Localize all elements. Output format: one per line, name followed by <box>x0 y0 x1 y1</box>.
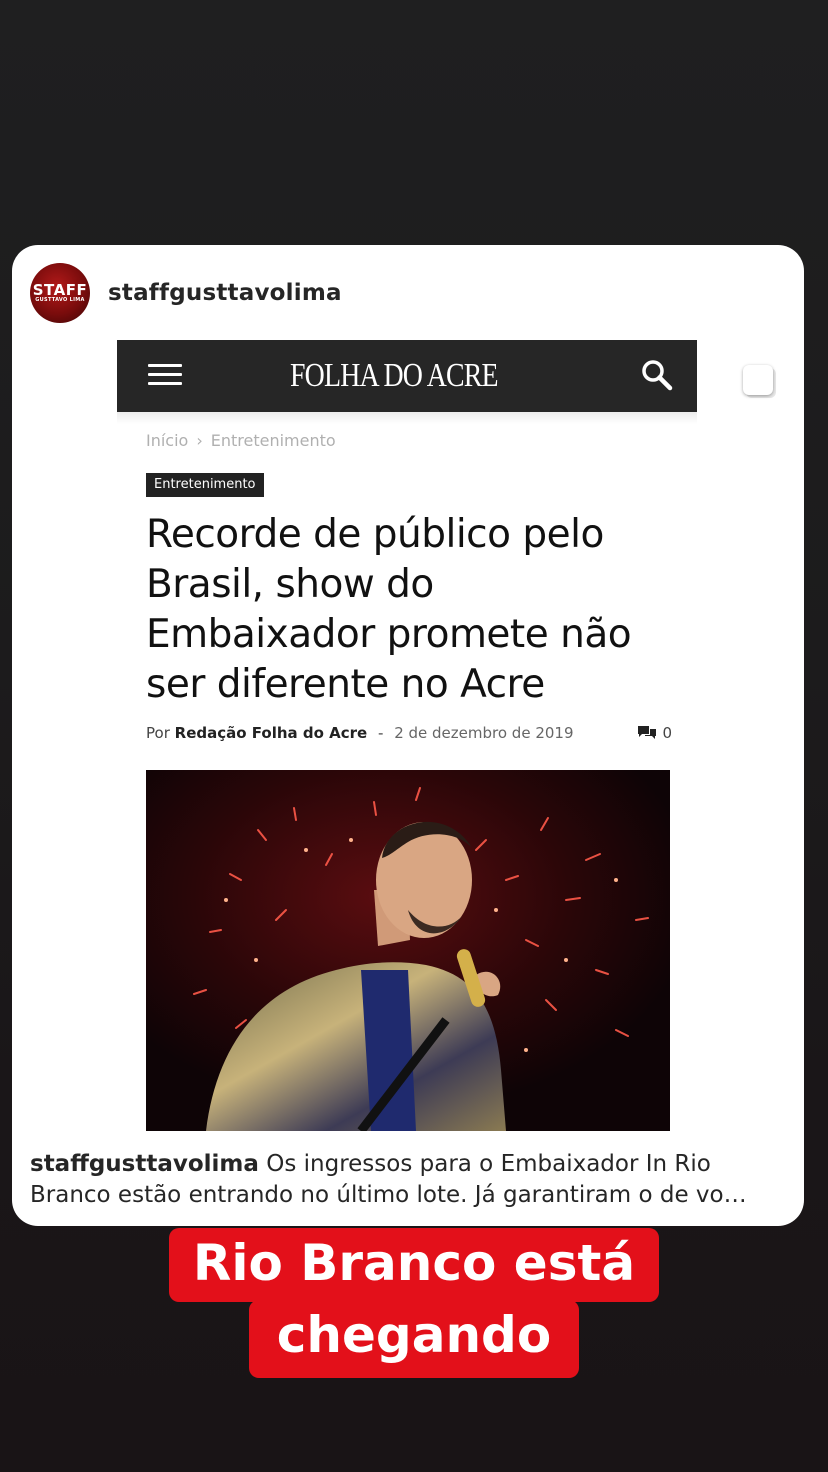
avatar-text-sub: GUSTTAVO LIMA <box>35 296 85 303</box>
post-caption[interactable]: staffgusttavolima Os ingressos para o Em… <box>30 1149 790 1211</box>
caption-username[interactable]: staffgusttavolima <box>30 1151 259 1177</box>
headline-line: Recorde de público pelo <box>146 512 604 557</box>
breadcrumb-section[interactable]: Entretenimento <box>211 431 336 450</box>
shared-post-card[interactable]: STAFF GUSTTAVO LIMA staffgusttavolima FO… <box>12 245 804 1226</box>
post-header: STAFF GUSTTAVO LIMA staffgusttavolima <box>30 263 342 323</box>
search-icon[interactable] <box>639 357 675 393</box>
site-name: FOLHA DO ACRE <box>290 357 499 394</box>
story-text-overlay: Rio Branco está chegando <box>0 1228 828 1378</box>
avatar-text-main: STAFF <box>32 280 88 299</box>
byline-author[interactable]: Redação Folha do Acre <box>175 724 368 742</box>
byline-date: 2 de dezembro de 2019 <box>394 724 574 742</box>
news-site-header: FOLHA DO ACRE <box>117 340 697 412</box>
story-text-line: chegando <box>248 1300 580 1378</box>
caption-text-continued: Branco estão entrando no último lote. Já… <box>30 1182 747 1208</box>
byline-separator: - <box>378 724 384 742</box>
singer-on-stage-image <box>146 770 670 1131</box>
breadcrumb: Início › Entretenimento <box>146 431 336 450</box>
headline-line: ser diferente no Acre <box>146 662 545 707</box>
category-tag[interactable]: Entretenimento <box>146 473 264 497</box>
breadcrumb-separator: › <box>196 431 203 450</box>
comment-icon <box>638 726 657 739</box>
comment-count: 0 <box>662 724 672 742</box>
select-checkbox[interactable] <box>743 365 773 395</box>
menu-icon[interactable] <box>148 362 182 388</box>
caption-text: Os ingressos para o Embaixador In Rio <box>258 1151 711 1177</box>
site-logo[interactable]: FOLHA DO ACRE <box>282 350 542 402</box>
post-username[interactable]: staffgusttavolima <box>108 280 342 306</box>
comments-link[interactable]: 0 <box>638 724 672 742</box>
headline-line: Embaixador promete não <box>146 612 632 657</box>
header-shadow <box>117 412 697 424</box>
headline-line: Brasil, show do <box>146 562 434 607</box>
article-photo <box>146 770 670 1131</box>
breadcrumb-home[interactable]: Início <box>146 431 188 450</box>
byline-prefix: Por <box>146 724 170 742</box>
story-text-line: Rio Branco está <box>168 1228 660 1302</box>
article-byline: Por Redação Folha do Acre - 2 de dezembr… <box>146 724 672 742</box>
avatar[interactable]: STAFF GUSTTAVO LIMA <box>30 263 90 323</box>
article-headline: Recorde de público pelo Brasil, show do … <box>146 510 706 710</box>
